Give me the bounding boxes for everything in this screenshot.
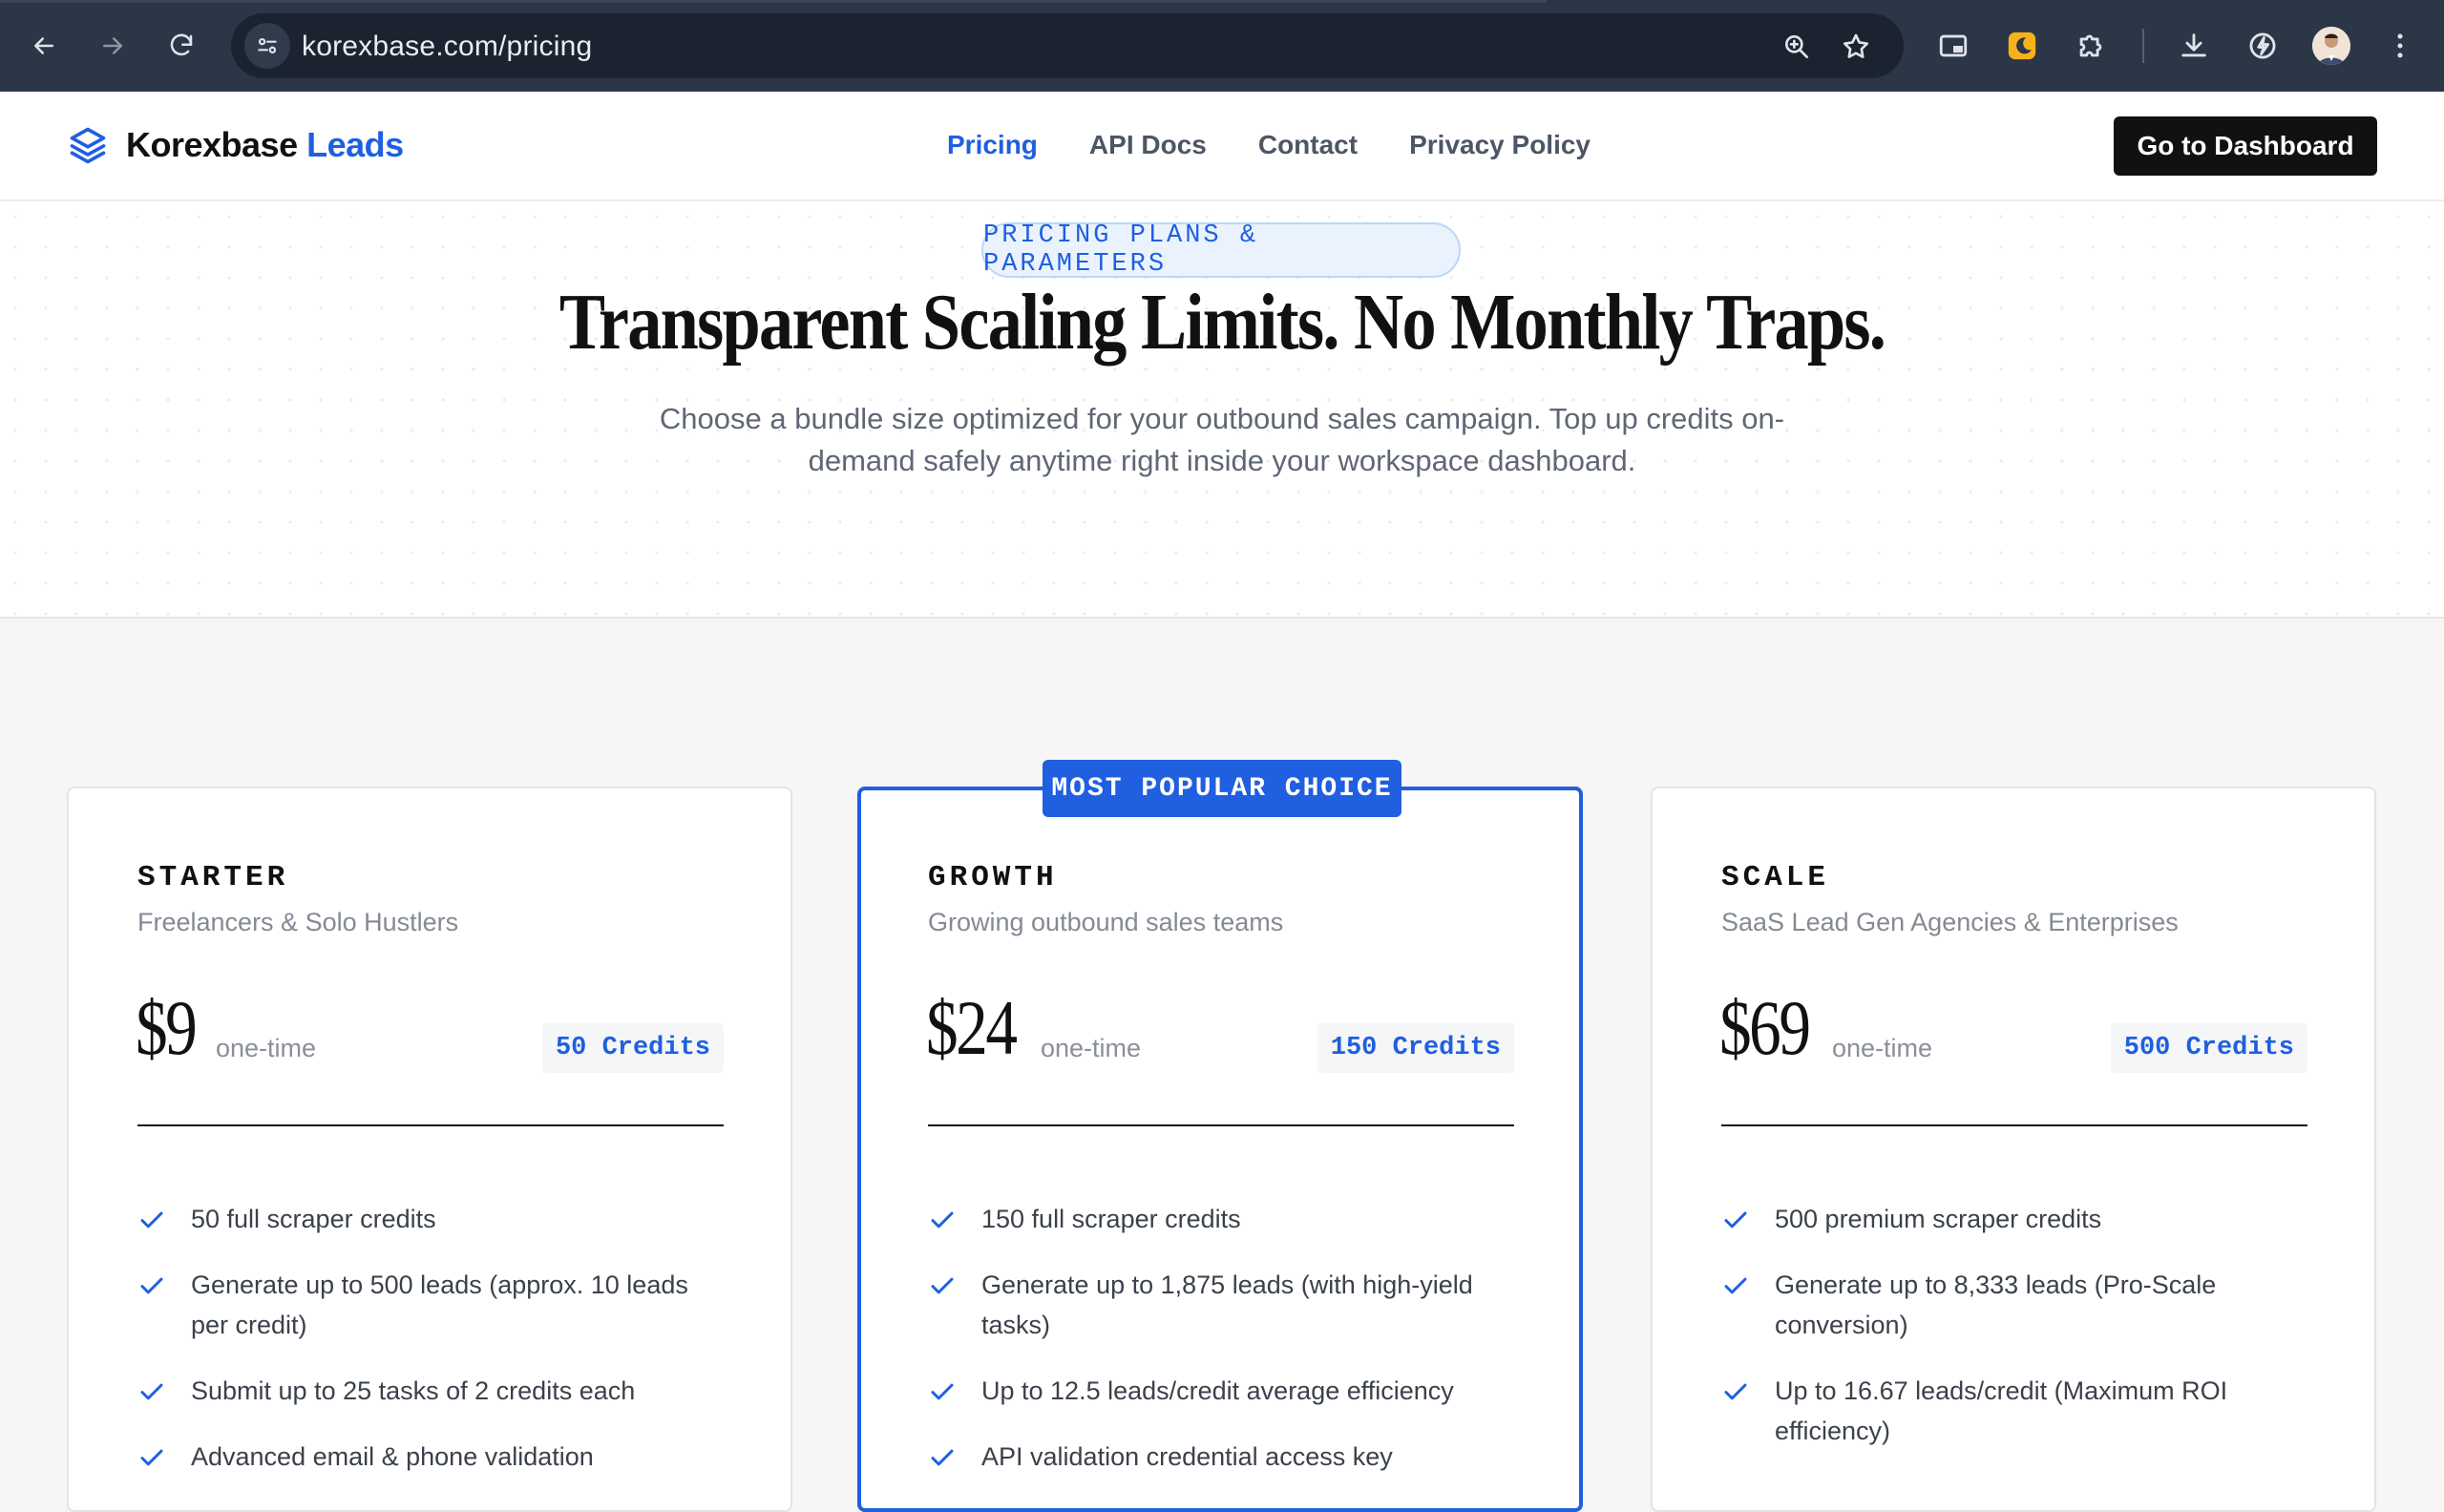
feature-list: 50 full scraper credits Generate up to 5… [137, 1199, 729, 1502]
plan-price: $24 [926, 984, 1018, 1071]
address-bar[interactable]: korexbase.com/pricing [231, 13, 1904, 78]
layers-icon [70, 127, 106, 164]
star-icon[interactable] [1841, 32, 1871, 62]
check-icon [931, 1449, 954, 1466]
feature-item: Up to 12.5 leads/credit average efficien… [928, 1371, 1520, 1411]
check-icon [1724, 1211, 1747, 1228]
check-icon [1724, 1383, 1747, 1400]
most-popular-tag: MOST POPULAR CHOICE [1043, 760, 1401, 817]
nav-contact[interactable]: Contact [1258, 130, 1358, 160]
price-note: one-time [1832, 1034, 1933, 1062]
check-icon [140, 1449, 163, 1466]
plan-name: STARTER [137, 861, 289, 894]
hero-subtitle: Choose a bundle size optimized for your … [659, 402, 1785, 477]
go-to-dashboard-button[interactable]: Go to Dashboard [2114, 116, 2377, 176]
plan-card-starter: STARTER Freelancers & Solo Hustlers $9 o… [67, 787, 792, 1512]
nav-privacy-policy[interactable]: Privacy Policy [1409, 130, 1591, 160]
feature-item: Up to 16.67 leads/credit (Maximum ROI ef… [1721, 1371, 2313, 1451]
feature-item: 50 full scraper credits [137, 1199, 729, 1239]
picture-in-picture-icon[interactable] [1932, 25, 1974, 67]
feature-item: Advanced email & phone validation [137, 1437, 729, 1477]
plan-audience: SaaS Lead Gen Agencies & Enterprises [1721, 908, 2179, 936]
feature-item: Submit up to 25 tasks of 2 credits each [137, 1371, 729, 1411]
feature-list: 500 premium scraper credits Generate up … [1721, 1199, 2313, 1477]
check-icon [140, 1277, 163, 1294]
feature-item: Generate up to 8,333 leads (Pro-Scale co… [1721, 1265, 2313, 1345]
nav-api-docs[interactable]: API Docs [1089, 130, 1207, 160]
nav-pricing[interactable]: Pricing [947, 130, 1038, 160]
plan-name: SCALE [1721, 861, 1830, 894]
plan-price: $69 [1719, 984, 1811, 1071]
extension-moon-icon[interactable] [2001, 25, 2043, 67]
plan-audience: Freelancers & Solo Hustlers [137, 908, 459, 936]
feature-item: API validation credential access key [928, 1437, 1520, 1477]
hero-title: Transparent Scaling Limits. No Monthly T… [558, 278, 1886, 367]
credits-badge: 150 Credits [1317, 1023, 1514, 1073]
browser-toolbar: korexbase.com/pricing [0, 0, 2444, 92]
plan-price: $9 [136, 984, 198, 1071]
more-menu-icon[interactable] [2379, 25, 2421, 67]
credits-badge: 500 Credits [2110, 1023, 2307, 1073]
brand-name: Korexbase Leads [126, 125, 404, 164]
plan-name: GROWTH [928, 861, 1058, 894]
brand-logo[interactable]: Korexbase Leads [67, 124, 404, 166]
toolbar-separator [2142, 29, 2144, 63]
check-icon [140, 1383, 163, 1400]
download-icon[interactable] [2173, 25, 2215, 67]
profile-avatar[interactable] [2312, 27, 2350, 65]
performance-icon[interactable] [2242, 25, 2284, 67]
price-note: one-time [216, 1034, 317, 1062]
plan-card-scale: SCALE SaaS Lead Gen Agencies & Enterpris… [1651, 787, 2376, 1512]
feature-item: 150 full scraper credits [928, 1199, 1520, 1239]
feature-item: Generate up to 500 leads (approx. 10 lea… [137, 1265, 729, 1345]
card-divider [1721, 1124, 2307, 1126]
feature-list: 150 full scraper credits Generate up to … [928, 1199, 1520, 1502]
forward-icon[interactable] [90, 23, 136, 69]
puzzle-icon[interactable] [2070, 25, 2112, 67]
site-header: Korexbase Leads Pricing API Docs Contact… [0, 92, 2444, 201]
check-icon [1724, 1277, 1747, 1294]
plan-audience: Growing outbound sales teams [928, 908, 1284, 936]
credits-badge: 50 Credits [541, 1023, 724, 1073]
check-icon [140, 1211, 163, 1228]
tab-strip-edge [0, 0, 1547, 3]
reload-icon[interactable] [158, 23, 204, 69]
feature-item: 500 premium scraper credits [1721, 1199, 2313, 1239]
hero-badge: PRICING PLANS & PARAMETERS [981, 221, 1461, 279]
back-icon[interactable] [21, 23, 67, 69]
url-text[interactable]: korexbase.com/pricing [302, 31, 592, 63]
check-icon [931, 1211, 954, 1228]
card-divider [928, 1124, 1514, 1126]
zoom-icon[interactable] [1781, 32, 1812, 62]
main-nav: Pricing API Docs Contact Privacy Policy [947, 130, 1642, 160]
card-divider [137, 1124, 724, 1126]
price-note: one-time [1041, 1034, 1142, 1062]
check-icon [931, 1277, 954, 1294]
feature-item: Generate up to 1,875 leads (with high-yi… [928, 1265, 1520, 1345]
hero-section: PRICING PLANS & PARAMETERS Transparent S… [0, 201, 2444, 619]
site-info-icon[interactable] [244, 23, 290, 69]
check-icon [931, 1383, 954, 1400]
plan-card-growth: GROWTH Growing outbound sales teams $24 … [857, 787, 1583, 1512]
